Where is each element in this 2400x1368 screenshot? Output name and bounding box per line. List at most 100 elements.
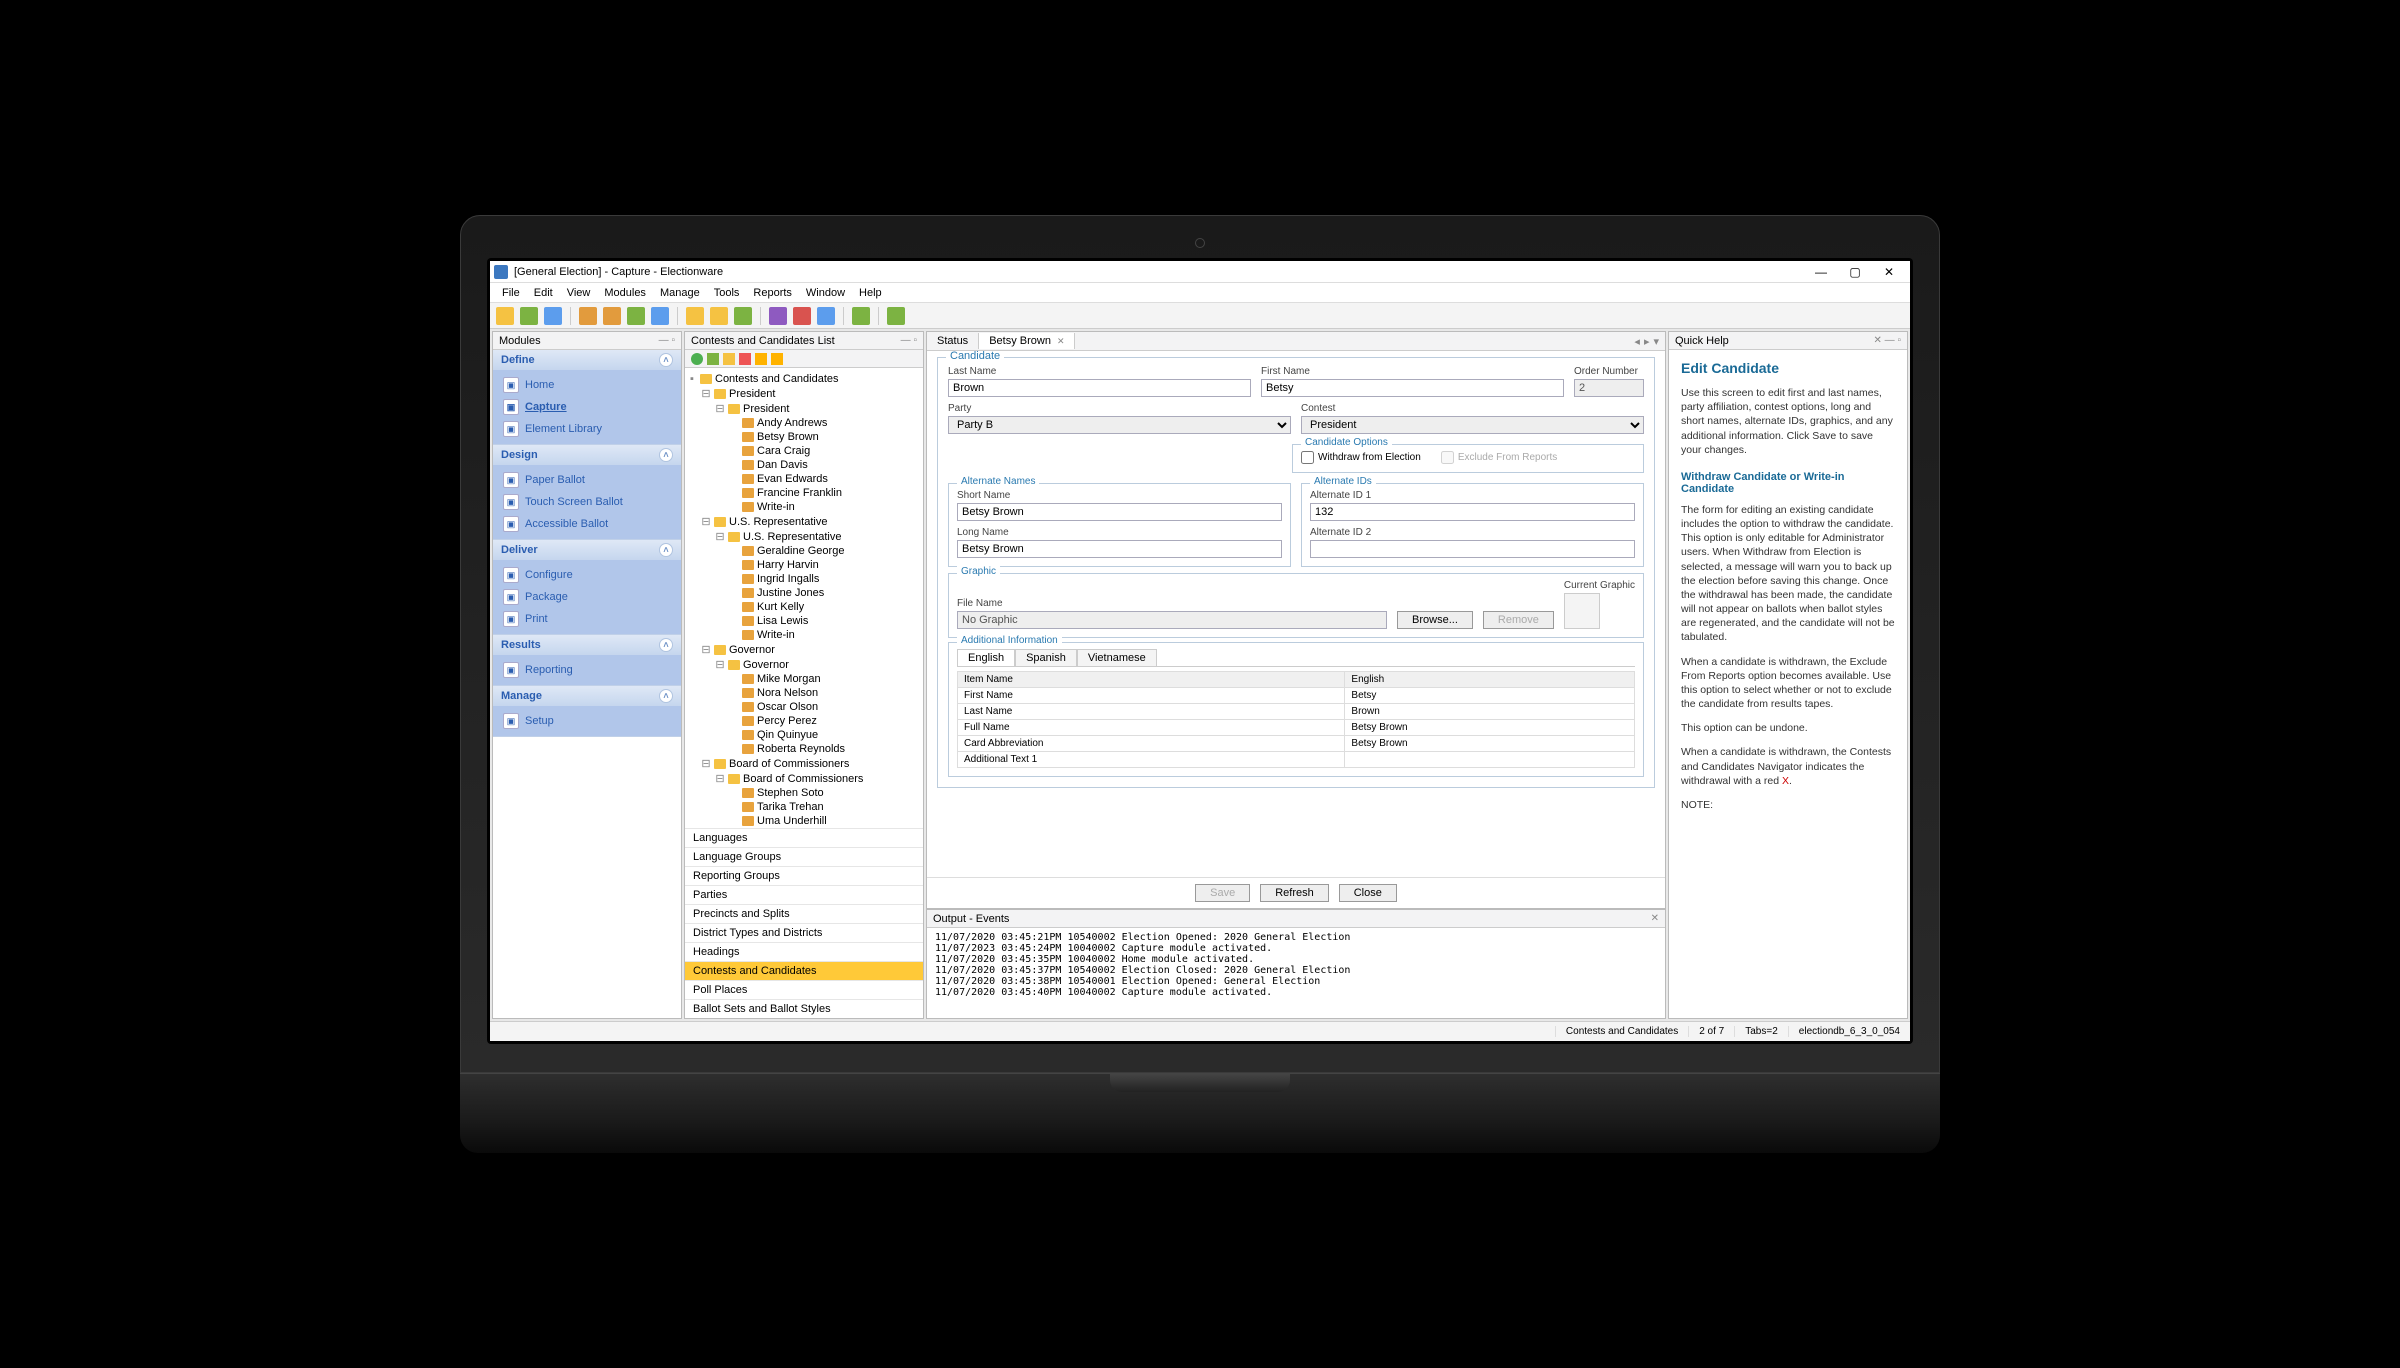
tree-node[interactable]: Write-in (687, 500, 921, 514)
tool-icon[interactable] (496, 307, 514, 325)
tool-icon[interactable] (793, 307, 811, 325)
tree-node[interactable]: ⊟ U.S. Representative (687, 529, 921, 544)
tool-icon[interactable] (769, 307, 787, 325)
tree-node[interactable]: Percy Perez (687, 714, 921, 728)
module-item[interactable]: ▣Configure (499, 564, 675, 586)
tab-close-icon[interactable]: ✕ (1057, 336, 1065, 347)
save-button[interactable]: Save (1195, 884, 1250, 902)
table-row[interactable]: Full NameBetsy Brown (958, 720, 1635, 736)
tool-icon[interactable] (710, 307, 728, 325)
tree-node[interactable]: Stephen Soto (687, 786, 921, 800)
edit-icon[interactable] (723, 353, 735, 365)
exclude-checkbox[interactable]: Exclude From Reports (1441, 451, 1557, 464)
menu-reports[interactable]: Reports (747, 285, 798, 301)
tree-node[interactable]: ⊟ Governor (687, 642, 921, 657)
tool-icon[interactable] (520, 307, 538, 325)
table-row[interactable]: First NameBetsy (958, 688, 1635, 704)
module-item[interactable]: ▣Package (499, 586, 675, 608)
navigator-item[interactable]: Parties (685, 885, 923, 904)
table-row[interactable]: Additional Text 1 (958, 752, 1635, 768)
tool-icon[interactable] (686, 307, 704, 325)
tree-node[interactable]: ▪ Contests and Candidates (687, 372, 921, 386)
refresh-icon[interactable] (887, 307, 905, 325)
menu-modules[interactable]: Modules (598, 285, 652, 301)
close-button[interactable]: ✕ (1872, 262, 1906, 282)
tree-node[interactable]: Evan Edwards (687, 472, 921, 486)
menu-view[interactable]: View (561, 285, 597, 301)
navigator-item[interactable]: Ballot Sets and Ballot Styles (685, 999, 923, 1018)
module-section-deliver[interactable]: Deliver˄ (493, 540, 681, 560)
menu-window[interactable]: Window (800, 285, 851, 301)
navigator-item[interactable]: Reporting Groups (685, 866, 923, 885)
tree-node[interactable]: Justine Jones (687, 586, 921, 600)
altid1-input[interactable] (1310, 503, 1635, 521)
module-item[interactable]: ▣Home (499, 374, 675, 396)
navigator-item[interactable]: Languages (685, 828, 923, 847)
tree-node[interactable]: Roberta Reynolds (687, 742, 921, 756)
remove-button[interactable]: Remove (1483, 611, 1554, 629)
tree-node[interactable]: Dan Davis (687, 458, 921, 472)
navigator-item[interactable]: Language Groups (685, 847, 923, 866)
refresh-icon[interactable] (691, 353, 703, 365)
tree-node[interactable]: Geraldine George (687, 544, 921, 558)
menu-edit[interactable]: Edit (528, 285, 559, 301)
tool-icon[interactable] (579, 307, 597, 325)
menu-tools[interactable]: Tools (708, 285, 746, 301)
tree-node[interactable]: ⊟ Board of Commissioners (687, 756, 921, 771)
tree-node[interactable]: Kurt Kelly (687, 600, 921, 614)
tree-node[interactable]: Uma Underhill (687, 814, 921, 828)
panel-collapse-icon[interactable]: — ▫ (659, 335, 675, 346)
party-select[interactable]: Party B (948, 416, 1291, 434)
last-name-input[interactable] (948, 379, 1251, 397)
lang-tab-english[interactable]: English (957, 649, 1015, 666)
menu-file[interactable]: File (496, 285, 526, 301)
table-row[interactable]: Card AbbreviationBetsy Brown (958, 736, 1635, 752)
panel-collapse-icon[interactable]: — ▫ (901, 335, 917, 346)
tree-node[interactable]: Oscar Olson (687, 700, 921, 714)
lang-tab-spanish[interactable]: Spanish (1015, 649, 1077, 666)
moveup-icon[interactable] (755, 353, 767, 365)
module-section-manage[interactable]: Manage˄ (493, 686, 681, 706)
tree-node[interactable]: Francine Franklin (687, 486, 921, 500)
tree-node[interactable]: ⊟ Board of Commissioners (687, 771, 921, 786)
maximize-button[interactable]: ▢ (1838, 262, 1872, 282)
close-button[interactable]: Close (1339, 884, 1397, 902)
tab-prev-icon[interactable]: ◂ (1634, 335, 1640, 348)
navigator-item[interactable]: Contests and Candidates (685, 961, 923, 980)
tree-node[interactable]: Write-in (687, 628, 921, 642)
navigator-item[interactable]: Precincts and Splits (685, 904, 923, 923)
tool-icon[interactable] (627, 307, 645, 325)
lang-tab-vietnamese[interactable]: Vietnamese (1077, 649, 1157, 666)
tool-icon[interactable] (852, 307, 870, 325)
minimize-button[interactable]: — (1804, 262, 1838, 282)
tree-node[interactable]: Mike Morgan (687, 672, 921, 686)
module-item[interactable]: ▣Setup (499, 710, 675, 732)
altid2-input[interactable] (1310, 540, 1635, 558)
module-item[interactable]: ▣Reporting (499, 659, 675, 681)
close-icon[interactable]: ✕ — ▫ (1874, 335, 1901, 346)
module-section-design[interactable]: Design˄ (493, 445, 681, 465)
navigator-item[interactable]: District Types and Districts (685, 923, 923, 942)
close-icon[interactable]: ✕ (1651, 913, 1659, 924)
browse-button[interactable]: Browse... (1397, 611, 1473, 629)
contest-select[interactable]: President (1301, 416, 1644, 434)
movedown-icon[interactable] (771, 353, 783, 365)
module-item[interactable]: ▣Paper Ballot (499, 469, 675, 491)
module-item[interactable]: ▣Touch Screen Ballot (499, 491, 675, 513)
module-item[interactable]: ▣Print (499, 608, 675, 630)
refresh-button[interactable]: Refresh (1260, 884, 1329, 902)
delete-icon[interactable] (739, 353, 751, 365)
tree-node[interactable]: Cara Craig (687, 444, 921, 458)
menu-help[interactable]: Help (853, 285, 888, 301)
tree-node[interactable]: ⊟ President (687, 386, 921, 401)
tab-status[interactable]: Status (927, 333, 979, 349)
tree-node[interactable]: Qin Quinyue (687, 728, 921, 742)
tree-node[interactable]: Ingrid Ingalls (687, 572, 921, 586)
tab-candidate[interactable]: Betsy Brown✕ (979, 333, 1075, 349)
module-section-define[interactable]: Define˄ (493, 350, 681, 370)
menu-manage[interactable]: Manage (654, 285, 706, 301)
add-icon[interactable] (707, 353, 719, 365)
module-item[interactable]: ▣Capture (499, 396, 675, 418)
first-name-input[interactable] (1261, 379, 1564, 397)
tree-node[interactable]: ⊟ President (687, 401, 921, 416)
